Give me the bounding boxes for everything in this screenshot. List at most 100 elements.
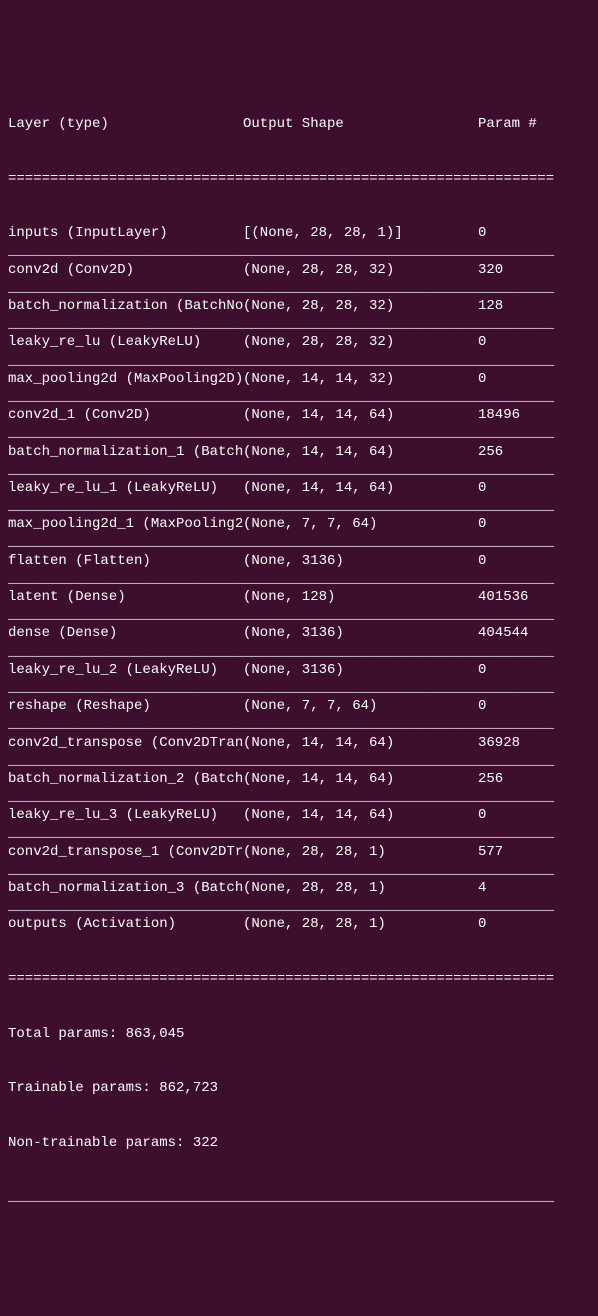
summary-total: Total params: 863,045 xyxy=(8,1025,590,1043)
table-row: leaky_re_lu_3 (LeakyReLU)(None, 14, 14, … xyxy=(8,806,590,824)
param-cell: 577 xyxy=(478,843,590,861)
layer-cell: conv2d (Conv2D) xyxy=(8,261,243,279)
param-cell: 0 xyxy=(478,333,590,351)
table-row: latent (Dense)(None, 128)401536 xyxy=(8,588,590,606)
table-row: conv2d (Conv2D)(None, 28, 28, 32)320 xyxy=(8,261,590,279)
shape-cell: (None, 7, 7, 64) xyxy=(243,697,478,715)
param-cell: 128 xyxy=(478,297,590,315)
param-cell: 0 xyxy=(478,479,590,497)
param-cell: 18496 xyxy=(478,406,590,424)
layer-cell: latent (Dense) xyxy=(8,588,243,606)
param-cell: 401536 xyxy=(478,588,590,606)
header-param: Param # xyxy=(478,115,590,133)
table-row: reshape (Reshape)(None, 7, 7, 64)0 xyxy=(8,697,590,715)
shape-cell: (None, 14, 14, 64) xyxy=(243,806,478,824)
header-shape: Output Shape xyxy=(243,115,478,133)
shape-cell: (None, 14, 14, 64) xyxy=(243,479,478,497)
shape-cell: (None, 3136) xyxy=(243,552,478,570)
shape-cell: (None, 14, 14, 64) xyxy=(243,734,478,752)
layer-cell: outputs (Activation) xyxy=(8,915,243,933)
layer-cell: inputs (InputLayer) xyxy=(8,224,243,242)
param-cell: 0 xyxy=(478,915,590,933)
table-row: outputs (Activation)(None, 28, 28, 1)0 xyxy=(8,915,590,933)
layer-cell: leaky_re_lu_3 (LeakyReLU) xyxy=(8,806,243,824)
table-row: flatten (Flatten)(None, 3136)0 xyxy=(8,552,590,570)
table-row: conv2d_1 (Conv2D)(None, 14, 14, 64)18496 xyxy=(8,406,590,424)
table-row: leaky_re_lu_2 (LeakyReLU)(None, 3136)0 xyxy=(8,661,590,679)
divider-underscore: ________________________________________… xyxy=(8,279,590,297)
param-cell: 0 xyxy=(478,224,590,242)
shape-cell: (None, 14, 14, 64) xyxy=(243,443,478,461)
layer-cell: leaky_re_lu_2 (LeakyReLU) xyxy=(8,661,243,679)
divider-underscore: ________________________________________… xyxy=(8,861,590,879)
layer-cell: conv2d_transpose_1 (Conv2DTr xyxy=(8,843,243,861)
param-cell: 0 xyxy=(478,552,590,570)
table-header: Layer (type) Output Shape Param # xyxy=(8,115,590,133)
shape-cell: (None, 28, 28, 1) xyxy=(243,879,478,897)
divider-underscore: ________________________________________… xyxy=(8,424,590,442)
table-row: batch_normalization_2 (Batch(None, 14, 1… xyxy=(8,770,590,788)
divider-underscore: ________________________________________… xyxy=(8,1188,590,1206)
param-cell: 0 xyxy=(478,515,590,533)
table-row: max_pooling2d (MaxPooling2D)(None, 14, 1… xyxy=(8,370,590,388)
shape-cell: (None, 28, 28, 1) xyxy=(243,843,478,861)
param-cell: 320 xyxy=(478,261,590,279)
table-row: inputs (InputLayer)[(None, 28, 28, 1)]0 xyxy=(8,224,590,242)
divider-underscore: ________________________________________… xyxy=(8,897,590,915)
divider-underscore: ________________________________________… xyxy=(8,643,590,661)
param-cell: 256 xyxy=(478,770,590,788)
param-cell: 0 xyxy=(478,370,590,388)
divider-underscore: ________________________________________… xyxy=(8,461,590,479)
divider-underscore: ________________________________________… xyxy=(8,315,590,333)
divider-underscore: ________________________________________… xyxy=(8,533,590,551)
shape-cell: (None, 14, 14, 64) xyxy=(243,406,478,424)
header-layer: Layer (type) xyxy=(8,115,243,133)
shape-cell: (None, 7, 7, 64) xyxy=(243,515,478,533)
divider-underscore: ________________________________________… xyxy=(8,388,590,406)
layer-cell: batch_normalization (BatchNo xyxy=(8,297,243,315)
table-row: batch_normalization_3 (Batch(None, 28, 2… xyxy=(8,879,590,897)
shape-cell: (None, 14, 14, 64) xyxy=(243,770,478,788)
summary-trainable: Trainable params: 862,723 xyxy=(8,1079,590,1097)
shape-cell: (None, 3136) xyxy=(243,661,478,679)
summary-nontrainable: Non-trainable params: 322 xyxy=(8,1134,590,1152)
param-cell: 36928 xyxy=(478,734,590,752)
shape-cell: (None, 28, 28, 32) xyxy=(243,297,478,315)
layer-cell: conv2d_transpose (Conv2DTran xyxy=(8,734,243,752)
divider-underscore: ________________________________________… xyxy=(8,242,590,260)
layer-cell: leaky_re_lu_1 (LeakyReLU) xyxy=(8,479,243,497)
layer-cell: batch_normalization_3 (Batch xyxy=(8,879,243,897)
layer-cell: batch_normalization_1 (Batch xyxy=(8,443,243,461)
shape-cell: (None, 128) xyxy=(243,588,478,606)
divider-underscore: ________________________________________… xyxy=(8,679,590,697)
divider-equals: ========================================… xyxy=(8,170,590,188)
layer-cell: dense (Dense) xyxy=(8,624,243,642)
shape-cell: (None, 28, 28, 32) xyxy=(243,261,478,279)
divider-underscore: ________________________________________… xyxy=(8,570,590,588)
layer-cell: conv2d_1 (Conv2D) xyxy=(8,406,243,424)
param-cell: 0 xyxy=(478,697,590,715)
model-summary-output: Layer (type) Output Shape Param # ======… xyxy=(8,79,590,1225)
layer-cell: leaky_re_lu (LeakyReLU) xyxy=(8,333,243,351)
param-cell: 4 xyxy=(478,879,590,897)
param-cell: 404544 xyxy=(478,624,590,642)
table-row: conv2d_transpose_1 (Conv2DTr(None, 28, 2… xyxy=(8,843,590,861)
table-row: conv2d_transpose (Conv2DTran(None, 14, 1… xyxy=(8,734,590,752)
table-row: batch_normalization_1 (Batch(None, 14, 1… xyxy=(8,443,590,461)
divider-underscore: ________________________________________… xyxy=(8,352,590,370)
layer-cell: reshape (Reshape) xyxy=(8,697,243,715)
shape-cell: (None, 28, 28, 32) xyxy=(243,333,478,351)
table-row: dense (Dense)(None, 3136)404544 xyxy=(8,624,590,642)
param-cell: 0 xyxy=(478,806,590,824)
shape-cell: (None, 14, 14, 32) xyxy=(243,370,478,388)
divider-underscore: ________________________________________… xyxy=(8,497,590,515)
shape-cell: [(None, 28, 28, 1)] xyxy=(243,224,478,242)
divider-underscore: ________________________________________… xyxy=(8,752,590,770)
param-cell: 0 xyxy=(478,661,590,679)
divider-underscore: ________________________________________… xyxy=(8,788,590,806)
shape-cell: (None, 28, 28, 1) xyxy=(243,915,478,933)
layer-cell: flatten (Flatten) xyxy=(8,552,243,570)
divider-equals: ========================================… xyxy=(8,970,590,988)
param-cell: 256 xyxy=(478,443,590,461)
divider-underscore: ________________________________________… xyxy=(8,824,590,842)
